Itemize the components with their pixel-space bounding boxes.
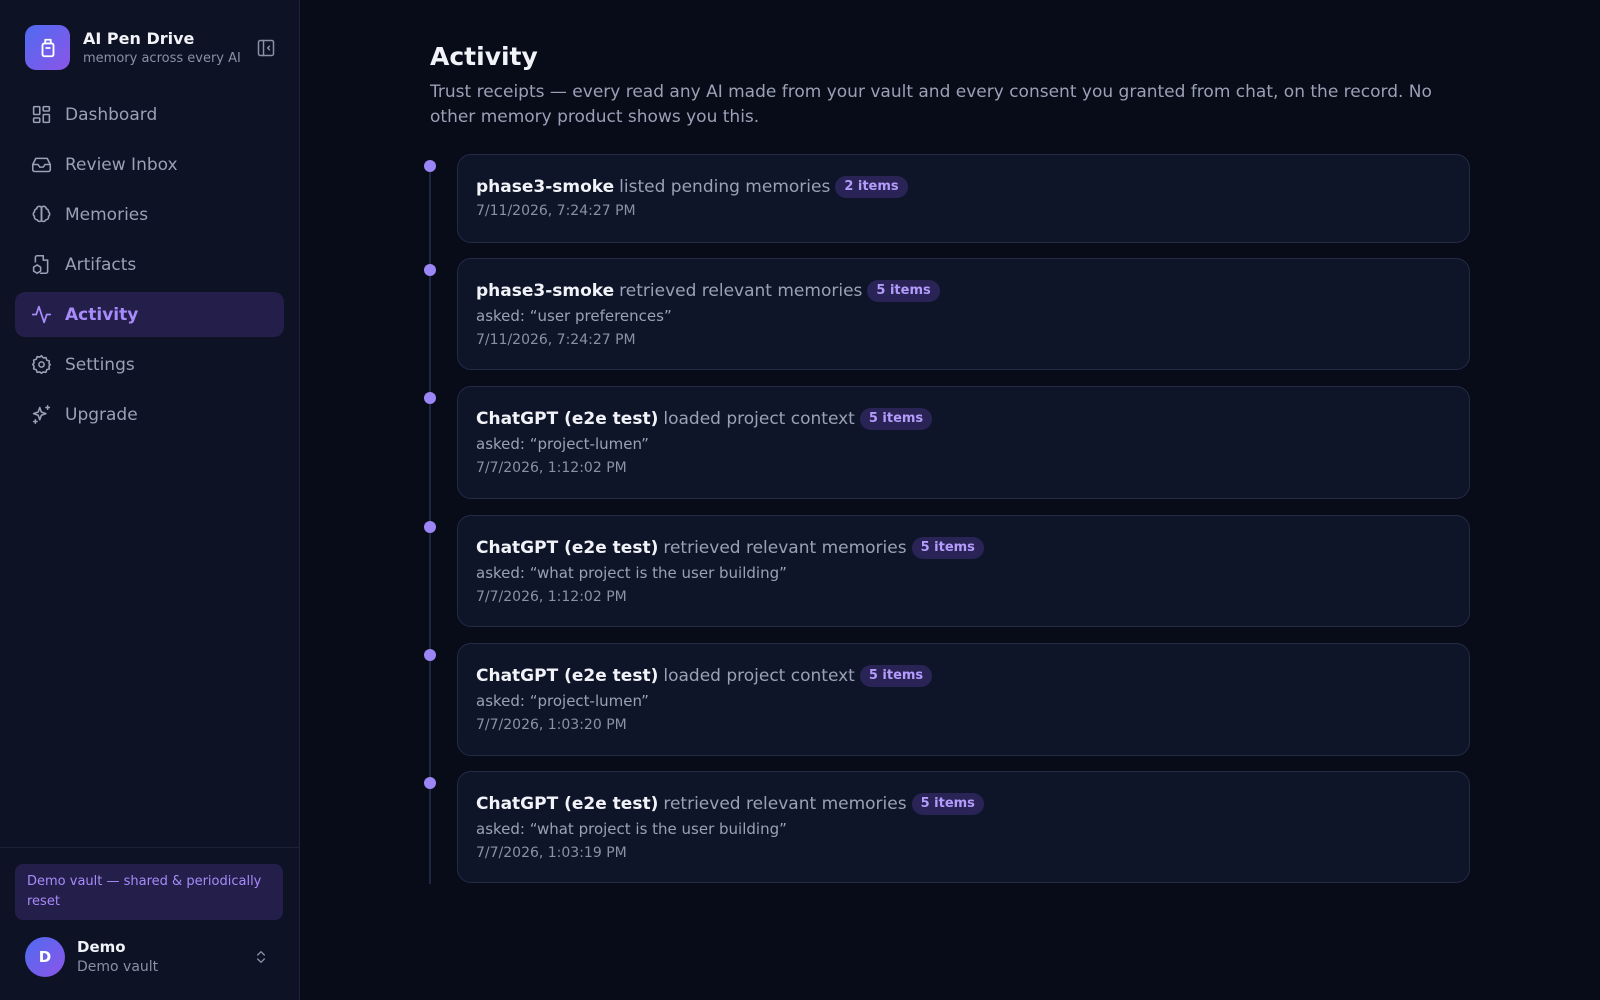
event-action: loaded project context xyxy=(663,666,855,686)
activity-card: phase3-smoke listed pending memories 2 i… xyxy=(457,154,1470,243)
sidebar-item-artifacts[interactable]: Artifacts xyxy=(15,242,284,287)
event-timestamp: 7/7/2026, 1:03:19 PM xyxy=(476,845,627,861)
event-query: asked: “what project is the user buildin… xyxy=(476,564,787,582)
event-timestamp: 7/7/2026, 1:12:02 PM xyxy=(476,589,627,605)
sidebar-item-label: Settings xyxy=(65,354,135,375)
sidebar-divider xyxy=(0,847,300,848)
timeline-dot xyxy=(424,649,436,661)
activity-card: ChatGPT (e2e test) loaded project contex… xyxy=(457,643,1470,756)
user-name: Demo xyxy=(77,938,126,956)
dashboard-icon xyxy=(30,104,52,126)
avatar: D xyxy=(25,937,65,977)
event-timestamp: 7/7/2026, 1:12:02 PM xyxy=(476,460,627,476)
event-timestamp: 7/11/2026, 7:24:27 PM xyxy=(476,332,636,348)
panel-left-icon xyxy=(257,39,275,57)
item-count-badge: 5 items xyxy=(867,280,940,302)
main-content: Activity Trust receipts — every read any… xyxy=(424,42,1470,884)
user-vault: Demo vault xyxy=(77,959,159,975)
event-actor: phase3-smoke xyxy=(476,177,615,197)
sidebar-nav: Dashboard Review Inbox Memories Artifact… xyxy=(15,92,284,442)
brand: AI Pen Drive memory across every AI xyxy=(25,25,275,70)
sidebar-item-label: Memories xyxy=(65,204,149,225)
inbox-icon xyxy=(30,154,52,176)
item-count-badge: 2 items xyxy=(835,176,908,198)
pen-drive-logo-icon xyxy=(25,25,70,70)
brand-name: AI Pen Drive xyxy=(83,29,195,48)
event-query: asked: “user preferences” xyxy=(476,307,672,325)
event-timestamp: 7/7/2026, 1:03:20 PM xyxy=(476,717,627,733)
sidebar-item-label: Artifacts xyxy=(65,254,137,275)
sidebar-item-label: Upgrade xyxy=(65,404,138,425)
event-query: asked: “project-lumen” xyxy=(476,692,649,710)
timeline-dot xyxy=(424,160,436,172)
event-actor: ChatGPT (e2e test) xyxy=(476,666,659,686)
sidebar-item-memories[interactable]: Memories xyxy=(15,192,284,237)
event-query: asked: “what project is the user buildin… xyxy=(476,820,787,838)
event-action: listed pending memories xyxy=(619,177,831,197)
artifacts-icon xyxy=(30,254,52,276)
event-action: loaded project context xyxy=(663,409,855,429)
timeline-dot xyxy=(424,521,436,533)
event-query: asked: “project-lumen” xyxy=(476,435,649,453)
event-action: retrieved relevant memories xyxy=(663,794,907,814)
brand-tagline: memory across every AI xyxy=(83,51,241,66)
event-actor: ChatGPT (e2e test) xyxy=(476,409,659,429)
event-actor: ChatGPT (e2e test) xyxy=(476,794,659,814)
item-count-badge: 5 items xyxy=(859,408,933,430)
activity-icon xyxy=(30,304,52,326)
sidebar-item-label: Dashboard xyxy=(65,104,158,125)
event-timestamp: 7/11/2026, 7:24:27 PM xyxy=(476,203,636,219)
user-switcher[interactable]: D Demo Demo vault xyxy=(25,937,280,979)
event-action: retrieved relevant memories xyxy=(619,281,863,301)
timeline-dot xyxy=(424,777,436,789)
sidebar-item-review-inbox[interactable]: Review Inbox xyxy=(15,142,284,187)
chevrons-up-down-icon[interactable] xyxy=(251,947,271,967)
sidebar-item-activity[interactable]: Activity xyxy=(15,292,284,337)
sidebar-item-dashboard[interactable]: Dashboard xyxy=(15,92,284,137)
timeline-dot xyxy=(424,392,436,404)
event-action: retrieved relevant memories xyxy=(663,538,907,558)
page-description: Trust receipts — every read any AI made … xyxy=(430,82,1432,127)
sidebar-item-settings[interactable]: Settings xyxy=(15,342,284,387)
page-title: Activity xyxy=(430,42,538,71)
sidebar-collapse-button[interactable] xyxy=(255,37,277,59)
brain-icon xyxy=(30,204,52,226)
gear-icon xyxy=(30,354,52,376)
sidebar-item-label: Review Inbox xyxy=(65,154,178,175)
sidebar-item-upgrade[interactable]: Upgrade xyxy=(15,392,284,437)
item-count-badge: 5 items xyxy=(911,537,984,559)
item-count-badge: 5 items xyxy=(911,793,984,815)
timeline-dot xyxy=(424,264,436,276)
item-count-badge: 5 items xyxy=(859,665,933,687)
sparkles-icon xyxy=(30,404,52,426)
activity-card: ChatGPT (e2e test) retrieved relevant me… xyxy=(457,515,1470,627)
event-actor: phase3-smoke xyxy=(476,281,615,301)
sidebar: AI Pen Drive memory across every AI Dash… xyxy=(0,0,300,1000)
activity-card: phase3-smoke retrieved relevant memories… xyxy=(457,258,1470,370)
demo-vault-banner: Demo vault — shared & periodically reset xyxy=(15,864,283,920)
event-actor: ChatGPT (e2e test) xyxy=(476,538,659,558)
sidebar-item-label: Activity xyxy=(65,304,139,325)
activity-card: ChatGPT (e2e test) retrieved relevant me… xyxy=(457,771,1470,883)
activity-card: ChatGPT (e2e test) loaded project contex… xyxy=(457,386,1470,499)
